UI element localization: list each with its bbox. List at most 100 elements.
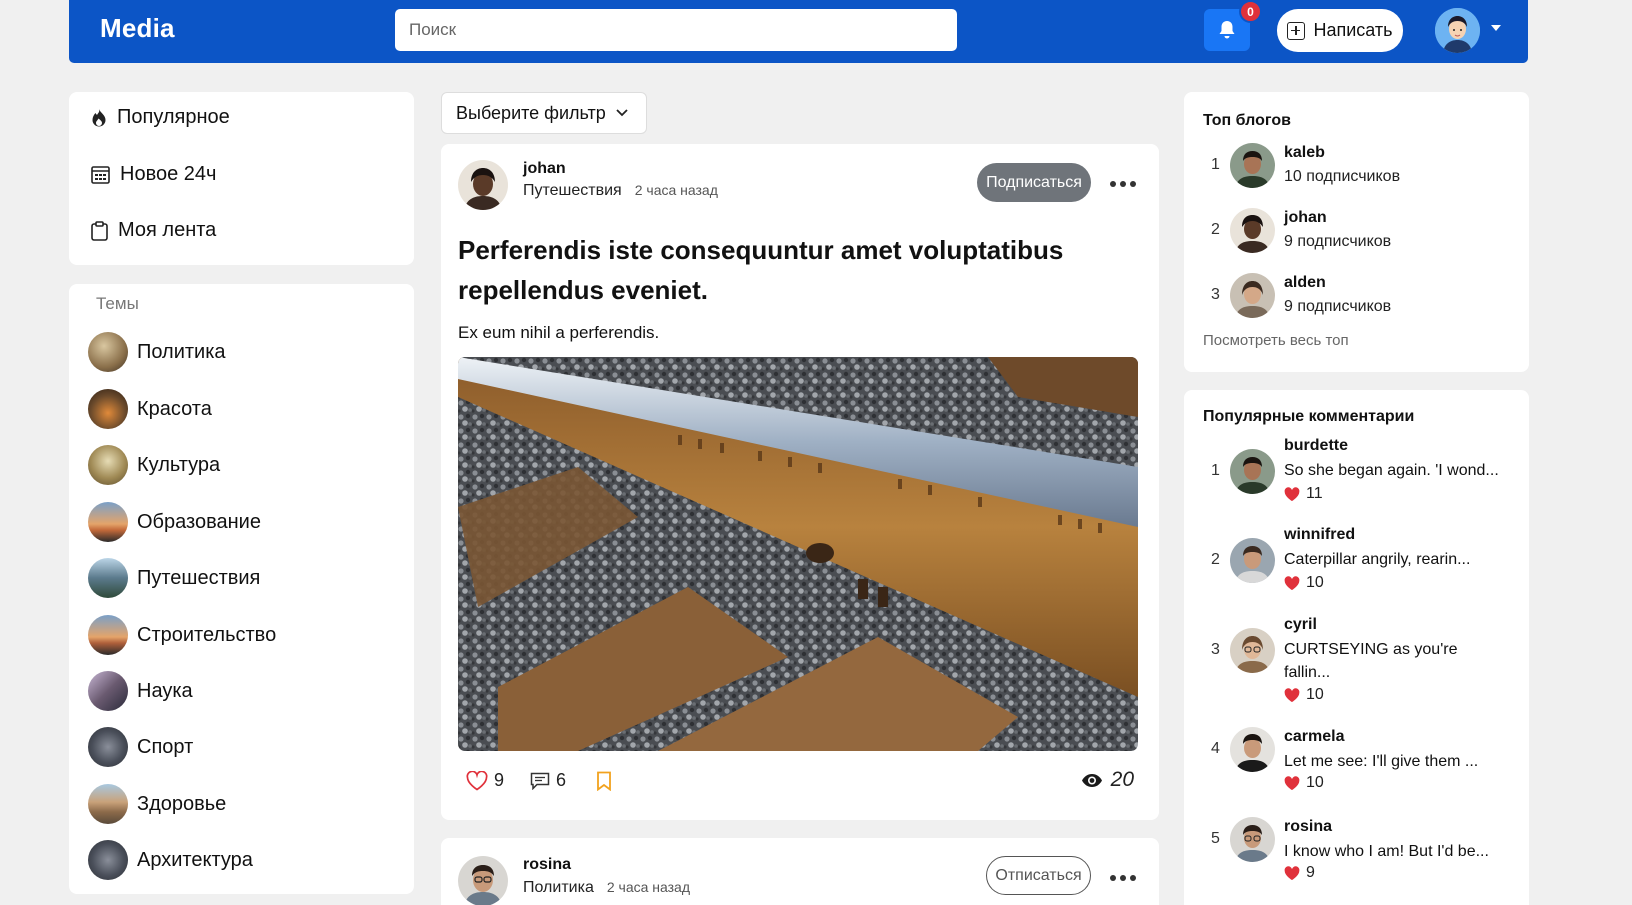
rank-number: 2 [1211,551,1220,568]
topic-label: Культура [137,453,221,476]
post-meta: Политика 2 часа назад [523,879,690,897]
comment-likes: 10 [1284,574,1324,592]
post-time: 2 часа назад [606,879,691,895]
post-topic[interactable]: Политика [523,879,594,897]
post-title[interactable]: Perferendis iste consequuntur amet volup… [458,230,1138,310]
heart-icon [1284,575,1300,590]
topic-image [88,445,128,485]
chevron-down-icon [616,109,628,117]
topic-item[interactable]: Наука [88,671,193,711]
eye-icon [1081,773,1102,787]
post-author[interactable]: rosina [523,856,571,874]
topic-label: Строительство [137,623,277,646]
unsubscribe-button[interactable]: Отписаться [986,856,1091,895]
more-options-icon[interactable] [1110,181,1136,187]
blogger-avatar-icon [1230,208,1275,253]
commenter-name[interactable]: carmela [1284,728,1345,746]
heart-outline-icon[interactable] [466,770,488,791]
commenter-name[interactable]: rosina [1284,818,1332,836]
commenter-avatar[interactable] [1230,538,1275,583]
topic-image [88,332,128,372]
main-nav-card: Популярное Новое 24ч Моя лента [69,92,414,265]
chevron-down-icon[interactable] [1491,25,1501,31]
rank-number: 3 [1211,286,1220,303]
write-button[interactable]: Написать [1277,9,1403,52]
view-all-top-link[interactable]: Посмотреть весь топ [1203,332,1349,349]
nav-item-feed[interactable]: Моя лента [91,219,216,242]
blogger-avatar[interactable] [1230,208,1275,253]
more-options-icon[interactable] [1110,875,1136,881]
topic-image [88,784,128,824]
rank-number: 2 [1211,221,1220,238]
top-blogs-title: Топ блогов [1203,112,1291,129]
topic-label: Красота [137,397,212,420]
comment-text[interactable]: Caterpillar angrily, rearin... [1284,548,1509,571]
filter-dropdown[interactable]: Выберите фильтр [441,92,647,134]
author-avatar-icon [458,856,508,905]
topic-item[interactable]: Строительство [88,615,276,655]
author-avatar[interactable] [458,160,508,210]
comment-text[interactable]: Let me see: I'll give them ... [1284,750,1509,773]
logo[interactable]: Media [100,13,175,44]
heart-icon [1284,865,1300,880]
commenter-avatar[interactable] [1230,727,1275,772]
rank-number: 1 [1211,156,1220,173]
user-avatar-icon [1435,8,1480,53]
commenter-avatar-icon [1230,727,1275,772]
topic-image [88,389,128,429]
topic-item[interactable]: Политика [88,332,226,372]
commenter-name[interactable]: winnifred [1284,526,1355,544]
commenter-name[interactable]: burdette [1284,437,1348,455]
topic-label: Спорт [137,735,194,758]
author-avatar[interactable] [458,856,508,905]
subscribe-button[interactable]: Подписаться [977,163,1091,202]
topic-item[interactable]: Здоровье [88,784,226,824]
commenter-avatar[interactable] [1230,449,1275,494]
heart-icon [1284,775,1300,790]
post-actions: 9 6 [466,770,612,791]
comment-text[interactable]: So she began again. 'I wond... [1284,459,1509,482]
plus-square-icon [1287,21,1306,40]
commenter-avatar[interactable] [1230,817,1275,862]
topic-item[interactable]: Архитектура [88,840,253,880]
rank-number: 4 [1211,740,1220,757]
rank-number: 3 [1211,641,1220,658]
search-input[interactable] [395,9,957,51]
topic-item[interactable]: Путешествия [88,558,260,598]
comment-icon[interactable] [530,772,550,790]
post-author[interactable]: johan [523,160,566,178]
user-avatar[interactable] [1435,8,1480,53]
heart-icon [1284,687,1300,702]
topics-card: Темы Политика Красота Культура Образован… [69,284,414,894]
post-card: rosina Политика 2 часа назад Отписаться [441,838,1159,905]
topic-item[interactable]: Образование [88,502,261,542]
author-avatar-icon [458,160,508,210]
blogger-avatar-icon [1230,273,1275,318]
nav-item-popular[interactable]: Популярное [91,106,230,129]
clipboard-icon [91,220,108,241]
blogger-avatar[interactable] [1230,273,1275,318]
post-image[interactable] [458,357,1138,751]
comments-count: 6 [556,770,567,790]
commenter-avatar-icon [1230,628,1275,673]
topic-image [88,671,128,711]
comment-likes-count: 10 [1306,774,1324,791]
nav-item-new24[interactable]: Новое 24ч [91,163,216,186]
topic-item[interactable]: Культура [88,445,220,485]
commenter-avatar[interactable] [1230,628,1275,673]
post-topic[interactable]: Путешествия [523,182,622,200]
topic-item[interactable]: Спорт [88,727,193,767]
blogger-name[interactable]: johan [1284,209,1327,227]
bookmark-icon[interactable] [596,771,612,791]
topic-label: Политика [137,340,226,363]
comment-text[interactable]: CURTSEYING as you're fallin... [1284,638,1469,684]
topic-item[interactable]: Красота [88,389,212,429]
blogger-name[interactable]: alden [1284,274,1326,292]
blogger-name[interactable]: kaleb [1284,144,1325,162]
blogger-avatar[interactable] [1230,143,1275,188]
comment-text[interactable]: I know who I am! But I'd be... [1284,840,1509,863]
topic-image [88,840,128,880]
commenter-name[interactable]: cyril [1284,616,1317,634]
comment-likes-count: 10 [1306,574,1324,591]
comment-likes: 9 [1284,864,1315,882]
